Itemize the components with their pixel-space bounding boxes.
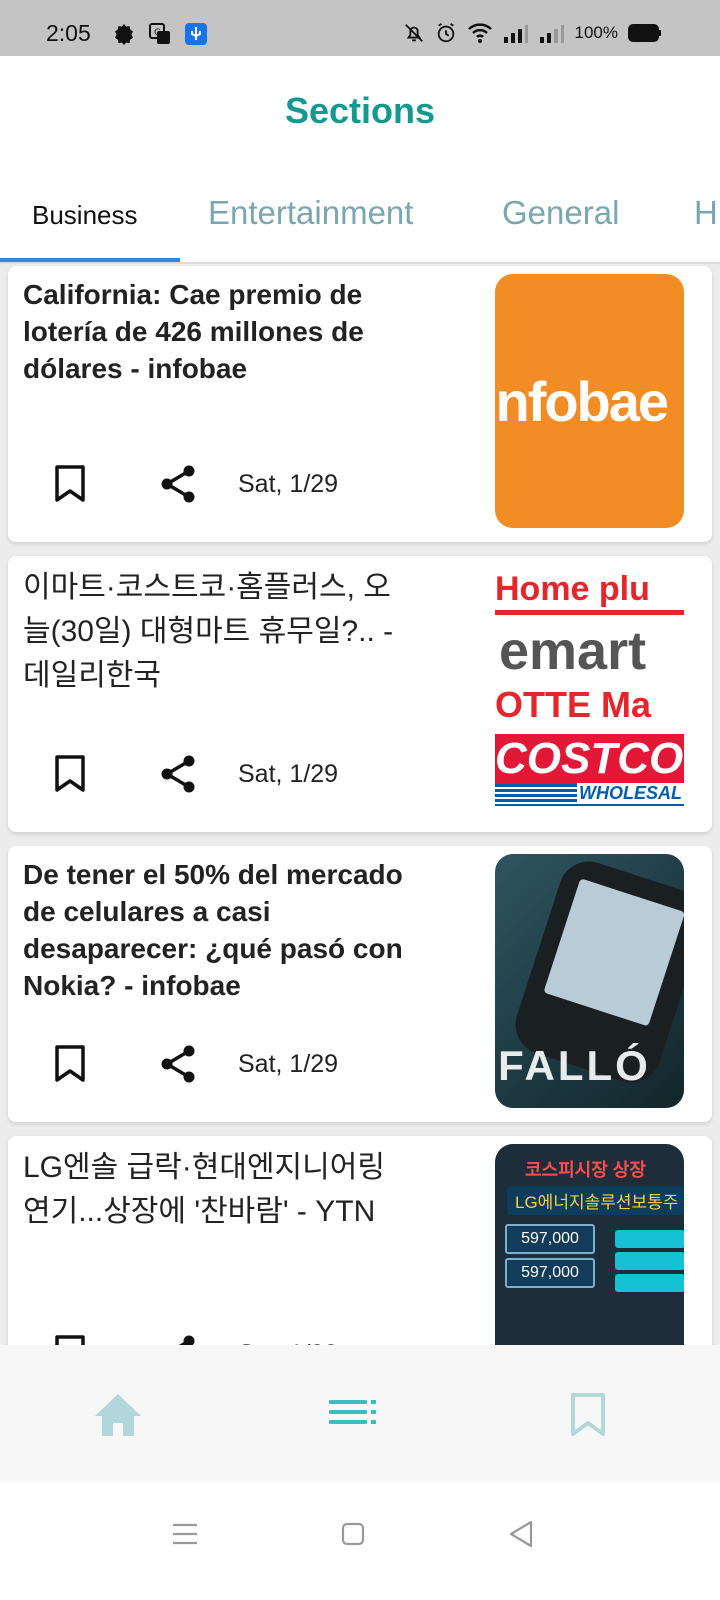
status-bar: 2:05 G 100% [0,0,720,56]
alarm-icon [437,23,454,43]
bookmark-icon [55,465,85,502]
article-actions: Sat, 1/29 [48,752,338,796]
thumbnail-logo-text: infobae [495,369,669,433]
share-icon [161,755,195,793]
thumbnail-caption: 코스피시장 상장 [525,1160,646,1180]
back-button[interactable] [497,1510,545,1558]
article-title[interactable]: LG엔솔 급락·현대엔지니어링 연기...상장에 '찬바람' - YTN [23,1146,403,1234]
thumbnail-caption: FALLÓ [498,1042,651,1089]
article-thumbnail[interactable]: Home plu emart OTTE Ma COSTCO WHOLESAL [495,564,684,818]
bookmark-button[interactable] [48,1042,92,1086]
bookmark-icon [55,1045,85,1082]
signal-icon [539,25,564,43]
app-header: Sections [0,56,720,166]
thumbnail-caption: LG에너지솔루션보통주 [507,1186,684,1215]
translate-icon: G [149,23,170,44]
status-left-icons: G [112,22,208,46]
nav-sections[interactable] [323,1385,383,1445]
status-right-icons: 100% [403,22,662,44]
article-title[interactable]: De tener el 50% del mercado de celulares… [23,856,403,1004]
share-button[interactable] [156,1042,200,1086]
bookmark-icon [571,1393,605,1436]
logo-underline [495,610,684,615]
home-button[interactable] [329,1510,377,1558]
thumbnail-logo-text: emart [499,621,647,681]
signal-icon [503,25,528,43]
share-icon [161,1045,195,1083]
board-indicator [615,1252,684,1270]
status-time: 2:05 [46,20,91,46]
section-tabs: Business Entertainment General H [0,166,720,264]
article-list[interactable]: California: Cae premio de lotería de 426… [0,266,720,1373]
thumbnail-value: 597,000 [505,1258,595,1288]
thumbnail-logo-text: COSTCO [495,734,684,784]
article-actions: Sat, 1/29 [48,1042,338,1086]
article-card[interactable]: De tener el 50% del mercado de celulares… [8,846,712,1122]
logo-stripes: WHOLESAL [495,783,684,806]
settings-gear-icon [115,24,133,45]
wifi-icon [467,23,492,43]
bookmark-icon [55,755,85,792]
article-actions: Sat, 1/29 [48,462,338,506]
bookmark-button[interactable] [48,462,92,506]
share-button[interactable] [156,462,200,506]
article-thumbnail[interactable]: FALLÓ [495,854,684,1108]
phone-screen [543,878,684,1027]
battery-icon [628,24,661,42]
page-title: Sections [284,90,436,131]
board-indicator [615,1274,684,1292]
tab-general[interactable]: General [502,194,619,232]
article-thumbnail[interactable]: infobae [495,274,684,528]
article-date: Sat, 1/29 [238,1049,339,1078]
article-date: Sat, 1/29 [238,469,339,498]
bookmark-button[interactable] [48,752,92,796]
thumbnail-value: 597,000 [505,1224,595,1254]
usb-debug-icon [185,23,207,45]
bottom-navigation [0,1345,720,1482]
mute-bell-icon [404,24,423,42]
thumbnail-logo-text: OTTE Ma [495,684,652,725]
tab-health[interactable]: H [694,194,718,232]
nav-saved[interactable] [558,1385,618,1445]
recent-apps-button[interactable] [161,1510,209,1558]
sections-list-icon [329,1400,376,1424]
svg-text:G: G [154,28,161,38]
article-thumbnail[interactable]: 코스피시장 상장 LG에너지솔루션보통주 597,000 597,000 [495,1144,684,1373]
tab-entertainment[interactable]: Entertainment [208,194,413,232]
menu-lines-icon [173,1523,197,1545]
system-navigation-bar [0,1482,720,1600]
thumbnail-logo-text: WHOLESAL [577,783,684,804]
article-title[interactable]: California: Cae premio de lotería de 426… [23,276,403,387]
thumbnail-logo-text: Home plu [495,570,650,608]
board-indicator [615,1230,684,1248]
article-title[interactable]: 이마트·코스트코·홈플러스, 오늘(30일) 대형마트 휴무일?.. - 데일리… [23,566,403,698]
home-icon [95,1394,141,1436]
nav-home[interactable] [88,1385,148,1445]
battery-percent: 100% [574,23,618,42]
article-date: Sat, 1/29 [238,759,339,788]
article-card[interactable]: 이마트·코스트코·홈플러스, 오늘(30일) 대형마트 휴무일?.. - 데일리… [8,556,712,832]
square-icon [341,1522,365,1546]
share-button[interactable] [156,752,200,796]
back-triangle-icon [509,1520,533,1548]
active-tab-indicator [0,258,180,262]
article-card[interactable]: California: Cae premio de lotería de 426… [8,266,712,542]
share-icon [161,465,195,503]
tab-business[interactable]: Business [32,200,138,231]
article-card[interactable]: LG엔솔 급락·현대엔지니어링 연기...상장에 '찬바람' - YTN Sat… [8,1136,712,1373]
